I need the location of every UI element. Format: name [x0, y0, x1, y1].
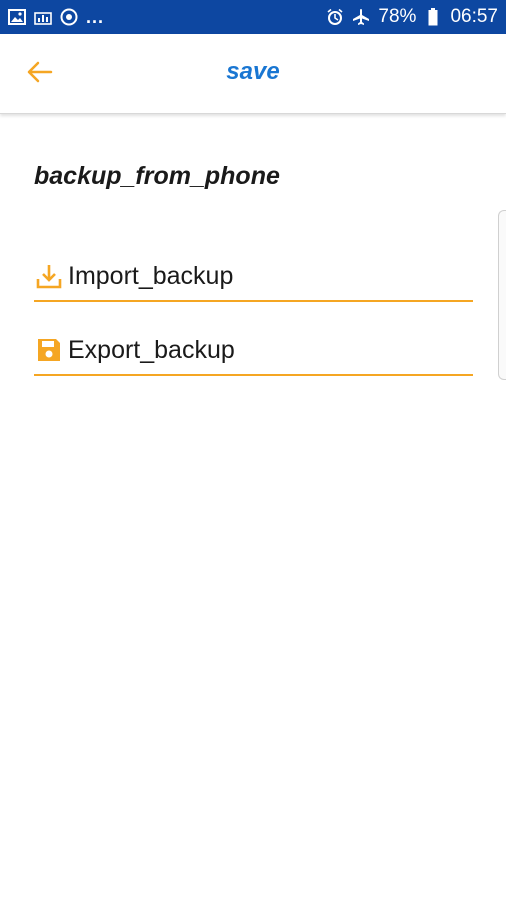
export-backup-label: Export_backup — [68, 335, 235, 364]
clock: 06:57 — [450, 6, 498, 27]
chrome-icon — [60, 8, 78, 26]
import-backup-button[interactable]: Import_backup — [34, 252, 473, 302]
save-icon — [34, 335, 64, 365]
app-bar: save — [0, 34, 506, 114]
import-backup-label: Import_backup — [68, 261, 234, 290]
download-icon — [34, 261, 64, 291]
alarm-icon — [326, 8, 344, 26]
battery-percent: 78% — [378, 6, 417, 27]
status-overflow: ... — [86, 6, 105, 27]
edge-panel-handle[interactable] — [498, 210, 506, 380]
image-icon — [8, 8, 26, 26]
chart-icon — [34, 8, 52, 26]
page-title: save — [226, 58, 280, 85]
status-left: ... — [8, 7, 104, 28]
status-bar: ... 78% 06:57 — [0, 0, 506, 34]
status-right: 78% 06:57 — [326, 6, 498, 28]
battery-icon — [424, 8, 442, 26]
airplane-icon — [352, 8, 370, 26]
export-backup-button[interactable]: Export_backup — [34, 326, 473, 376]
section-title: backup_from_phone — [34, 162, 280, 190]
